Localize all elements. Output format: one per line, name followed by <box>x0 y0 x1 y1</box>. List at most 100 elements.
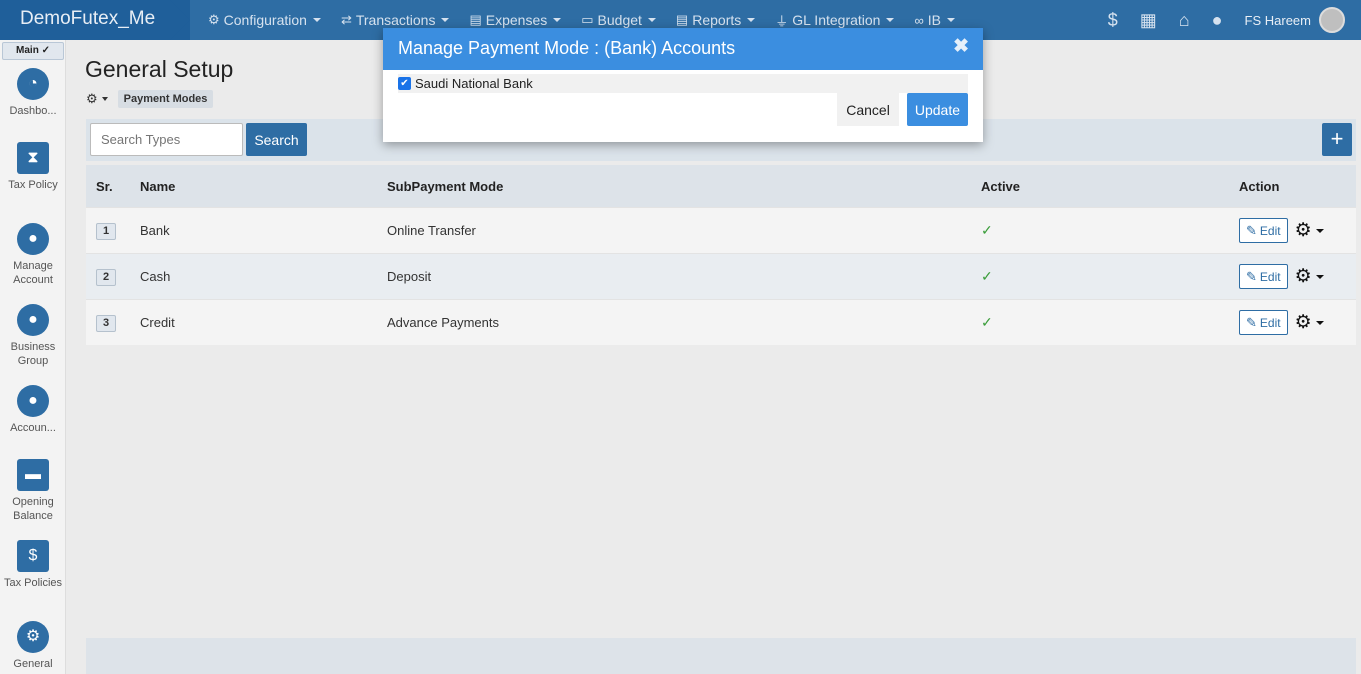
caret-down-icon <box>1315 274 1324 279</box>
close-icon[interactable]: ✖ <box>953 35 969 58</box>
modal-title: Manage Payment Mode : (Bank) Accounts <box>398 38 736 58</box>
cell-subpayment: Advance Payments <box>387 315 500 330</box>
brand-arrow <box>170 0 190 40</box>
cell-subpayment: Online Transfer <box>387 223 476 238</box>
sidebar-item-manage-account[interactable]: ● Manage Account <box>0 223 66 287</box>
header-subpayment: SubPayment Mode <box>387 178 504 194</box>
nav-budget[interactable]: ▭ Budget <box>581 12 656 28</box>
nav-expenses[interactable]: ▤ Expenses <box>469 12 562 28</box>
dashboard-icon: ◔ <box>17 68 49 100</box>
gear-icon: ⚙ <box>1294 220 1312 241</box>
caret-down-icon <box>747 18 756 22</box>
sidebar-item-general[interactable]: ⚙ General <box>0 621 66 671</box>
nav-label: Reports <box>692 12 742 28</box>
sidebar-item-business-group[interactable]: ● Business Group <box>0 304 66 368</box>
caret-down-icon <box>647 18 656 22</box>
sidebar-item-opening-balance[interactable]: ▬ Opening Balance <box>0 459 66 523</box>
cancel-button[interactable]: Cancel <box>837 93 899 126</box>
drop-icon[interactable]: ● <box>1212 10 1223 31</box>
caret-down-icon <box>553 18 562 22</box>
nav-gl-integration[interactable]: ⏚ GL Integration <box>775 11 895 30</box>
sidebar-item-tax-policy[interactable]: ⧗ Tax Policy <box>0 142 66 192</box>
row-gear-menu[interactable]: ⚙ <box>1295 265 1324 288</box>
nav-label: Budget <box>597 12 642 28</box>
sr-badge: 1 <box>96 222 116 240</box>
gear-icon: ⚙ <box>1294 266 1312 287</box>
user-icon: ● <box>17 304 49 336</box>
header-active: Active <box>981 178 1021 194</box>
cogs-icon: ⚙ <box>208 12 220 27</box>
gear-icon[interactable]: ⚙ <box>86 91 98 107</box>
pencil-icon: ✎ <box>1246 314 1257 330</box>
sidebar-item-label: Tax Policy <box>8 179 58 191</box>
nav-ib[interactable]: ∞ IB <box>914 12 955 28</box>
user-name: FS Hareem <box>1244 12 1311 28</box>
header-name: Name <box>140 178 176 194</box>
nav-label: Transactions <box>355 12 436 28</box>
row-gear-menu[interactable]: ⚙ <box>1295 219 1324 242</box>
table-row: 3 Credit Advance Payments ✓ ✎ Edit ⚙ <box>86 299 1356 345</box>
nav-transactions[interactable]: ⇄ Transactions <box>341 12 450 28</box>
table-row: 1 Bank Online Transfer ✓ ✎ Edit ⚙ <box>86 207 1356 253</box>
nav-reports[interactable]: ▤ Reports <box>675 12 756 28</box>
add-button[interactable]: + <box>1322 123 1352 156</box>
nav-label: Configuration <box>223 12 307 28</box>
cell-name: Cash <box>140 269 171 284</box>
exchange-icon: ⇄ <box>340 12 352 27</box>
table-header: Sr. Name SubPayment Mode Active Action <box>86 165 1356 207</box>
page-title: General Setup <box>85 56 234 82</box>
row-gear-menu[interactable]: ⚙ <box>1295 311 1324 334</box>
edit-label: Edit <box>1259 269 1281 284</box>
nav-configuration[interactable]: ⚙ Configuration <box>208 12 321 28</box>
edit-button[interactable]: ✎ Edit <box>1239 264 1288 289</box>
account-option[interactable]: ✔ Saudi National Bank <box>398 74 968 93</box>
payment-modes-table: Sr. Name SubPayment Mode Active Action 1… <box>86 165 1356 345</box>
manage-payment-mode-modal: Manage Payment Mode : (Bank) Accounts ✖ … <box>383 28 983 142</box>
header-sr: Sr. <box>96 178 113 194</box>
sidebar-item-label: General <box>13 658 53 670</box>
caret-down-icon[interactable] <box>101 97 108 101</box>
sidebar-item-accounts[interactable]: ● Accoun... <box>0 385 66 435</box>
cell-name: Bank <box>140 223 170 238</box>
caret-down-icon <box>1315 320 1324 325</box>
invoice-icon: $ <box>17 540 49 572</box>
modal-header: Manage Payment Mode : (Bank) Accounts ✖ <box>383 28 983 70</box>
brand-area: DemoFutex_Me <box>0 0 190 40</box>
hourglass-icon: ⧗ <box>17 142 49 174</box>
modal-footer: Cancel Update <box>837 93 968 126</box>
user-icon: ● <box>17 223 49 255</box>
caret-down-icon <box>1315 228 1324 233</box>
nav-label: Expenses <box>485 12 548 28</box>
update-button[interactable]: Update <box>906 93 968 126</box>
search-input[interactable] <box>90 123 243 156</box>
plug-icon: ⏚ <box>775 13 789 29</box>
user-menu[interactable]: FS Hareem <box>1245 7 1345 33</box>
account-label: Saudi National Bank <box>415 76 533 91</box>
gear-icon: ⚙ <box>1294 312 1312 333</box>
edit-button[interactable]: ✎ Edit <box>1239 310 1288 335</box>
sidebar-item-dashboard[interactable]: ◔ Dashbo... <box>0 68 66 118</box>
caret-down-icon <box>947 18 955 22</box>
grid-icon[interactable]: ▦ <box>1140 10 1157 31</box>
cell-subpayment: Deposit <box>387 269 432 284</box>
table-row: 2 Cash Deposit ✓ ✎ Edit ⚙ <box>86 253 1356 299</box>
sidebar-item-tax-policies[interactable]: $ Tax Policies <box>0 540 66 590</box>
nav-right: $ ▦ ⌂ ● FS Hareem <box>1086 0 1345 40</box>
home-icon[interactable]: ⌂ <box>1179 10 1190 31</box>
link-icon: ∞ <box>914 12 924 28</box>
check-icon: ✓ <box>981 268 993 284</box>
checkbox-checked-icon[interactable]: ✔ <box>398 77 411 90</box>
nav-label: IB <box>927 12 941 28</box>
search-button[interactable]: Search <box>246 123 307 156</box>
brand-name[interactable]: DemoFutex_Me <box>20 8 155 30</box>
cogs-icon: ⚙ <box>17 621 49 653</box>
cell-name: Credit <box>140 315 175 330</box>
edit-button[interactable]: ✎ Edit <box>1239 218 1288 243</box>
file-icon: ▤ <box>675 12 689 27</box>
main-tab[interactable]: Main ✓ <box>2 42 64 60</box>
sidebar-item-label: Business Group <box>10 341 56 367</box>
pencil-icon: ✎ <box>1246 222 1257 238</box>
check-icon: ✓ <box>981 314 993 330</box>
breadcrumb-tag[interactable]: Payment Modes <box>117 90 214 108</box>
dollar-icon[interactable]: $ <box>1108 10 1118 31</box>
